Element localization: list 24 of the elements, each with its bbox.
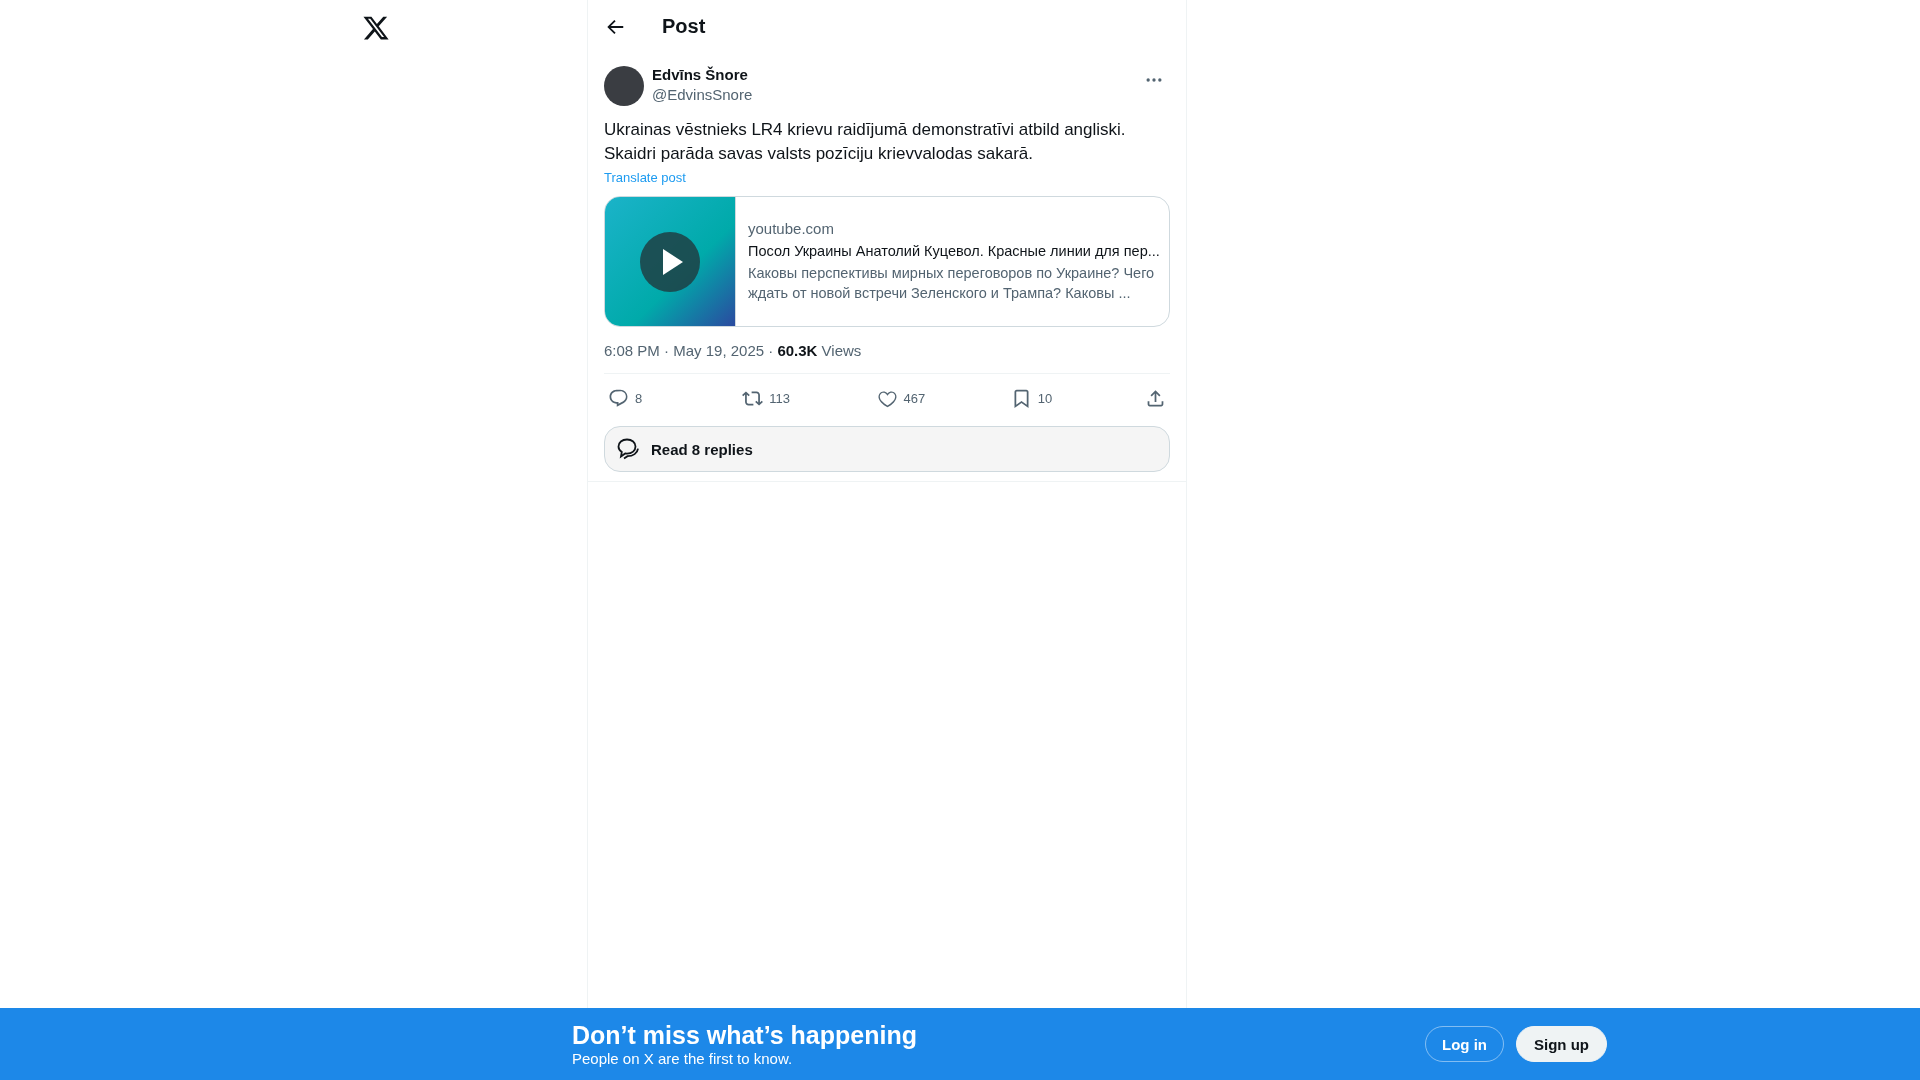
x-logo-icon[interactable] — [362, 14, 390, 42]
like-button[interactable]: 467 — [876, 387, 947, 409]
banner-subtitle: People on X are the first to know. — [572, 1050, 793, 1068]
author-name[interactable]: Edvīns Šnore — [652, 65, 748, 85]
speech-bubble-icon — [608, 387, 629, 409]
bookmark-button[interactable]: 10 — [1010, 387, 1081, 409]
post-text: Ukrainas vēstnieks LR4 krievu raidījumā demonstratīvi atbild angliski. Skaidri parāda savas valsts pozīciju krievvalodas sakarā. — [604, 119, 1127, 165]
link-description: Каковы перспективы мирных переговоров по Украине? Чего ждать от новой встречи Зеленского и Трампа? Каковы ... — [748, 264, 1156, 303]
link-title: Посол Украины Анатолий Куцевол. Красные линии для пер... — [748, 242, 1160, 261]
link-domain: youtube.com — [748, 219, 834, 239]
author-handle[interactable]: @EdvinsSnore — [652, 85, 753, 105]
link-card[interactable]: youtube.com Посол Украины Анатолий Куцевол. Красные линии для пер... Каковы перспективы мирных переговоров по Украине? Чего ждать от новой встречи Зеленского и Трампа? Каковы ... — [604, 196, 1170, 327]
repost-button[interactable]: 113 — [742, 387, 813, 409]
speech-bubbles-icon — [615, 436, 641, 462]
avatar[interactable] — [604, 66, 644, 106]
signup-button[interactable]: Sign up — [1516, 1026, 1607, 1062]
upload-arrow-icon — [1145, 387, 1166, 409]
post-timestamp-views: 6:08 PM · May 19, 2025 · 60.3K Views — [604, 342, 1170, 374]
share-button[interactable] — [1145, 387, 1166, 409]
read-replies-button[interactable]: Read 8 replies — [604, 426, 1170, 472]
page-title: Post — [662, 15, 706, 38]
play-icon[interactable] — [640, 231, 700, 292]
reply-button[interactable]: 8 — [608, 387, 678, 409]
banner-headline: Don’t miss what’s happening — [572, 1020, 917, 1050]
